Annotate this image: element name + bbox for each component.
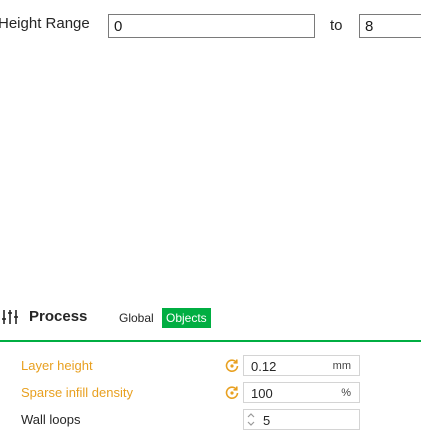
sliders-icon (2, 310, 18, 324)
layer-height-field[interactable]: 0.12 mm (243, 355, 360, 376)
tab-objects[interactable]: Objects (162, 308, 211, 328)
tab-global[interactable]: Global (119, 311, 154, 325)
layer-height-value: 0.12 (251, 359, 277, 374)
height-range-from-input[interactable] (108, 14, 315, 38)
reset-icon[interactable] (224, 384, 240, 400)
layer-height-label: Layer height (21, 358, 93, 373)
process-title: Process (29, 308, 88, 325)
sparse-infill-density-field[interactable]: 100 % (243, 382, 360, 403)
sparse-infill-density-label: Sparse infill density (21, 385, 133, 400)
wall-loops-value: 5 (263, 413, 271, 428)
reset-icon[interactable] (224, 357, 240, 373)
height-range-to-input[interactable] (359, 14, 421, 38)
wall-loops-field[interactable]: 5 (243, 409, 360, 430)
layer-height-unit: mm (332, 360, 351, 372)
height-range-to-label: to (330, 17, 343, 34)
sparse-infill-density-value: 100 (251, 386, 273, 401)
height-range-label: Height Range (0, 15, 90, 32)
wall-loops-label: Wall loops (21, 412, 81, 427)
process-divider (0, 340, 421, 342)
sparse-infill-density-unit: % (341, 387, 351, 399)
spin-arrows-icon[interactable] (244, 410, 258, 429)
